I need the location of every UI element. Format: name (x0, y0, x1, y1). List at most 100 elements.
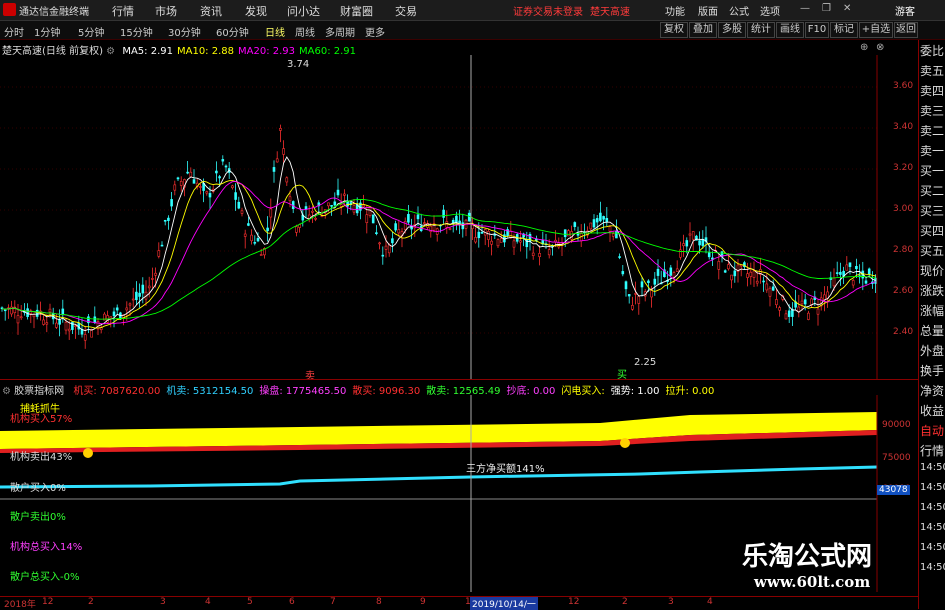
collapse-icon[interactable]: ⊗ (876, 42, 884, 53)
side-panel-item[interactable]: 买四 (920, 222, 945, 241)
side-panel-item[interactable]: 14:50 (920, 482, 945, 501)
menu-banmian[interactable]: 版面 (698, 3, 718, 18)
btn-fuquan[interactable]: 复权 (660, 22, 688, 38)
side-panel-item[interactable]: 卖五 (920, 62, 945, 81)
side-panel-item[interactable]: 14:50 (920, 502, 945, 521)
side-panel-item[interactable]: 卖二 (920, 122, 945, 141)
candle-body (218, 176, 221, 179)
candle-body (608, 226, 612, 232)
candle-body (141, 284, 145, 294)
btn-f10[interactable]: F10 (805, 22, 829, 38)
candle-body (371, 214, 375, 224)
period-1min[interactable]: 1分钟 (34, 24, 60, 39)
side-panel-item[interactable]: 卖三 (920, 102, 945, 121)
period-multi[interactable]: 多周期 (325, 24, 355, 39)
side-panel-item[interactable]: 涨幅 (920, 302, 945, 321)
side-panel-item[interactable]: 行情 (920, 442, 945, 461)
side-panel-item[interactable]: 买五 (920, 242, 945, 261)
x-axis-label: 9 (420, 597, 426, 607)
menu-xuanxiang[interactable]: 选项 (760, 3, 780, 18)
btn-zixuan[interactable]: +自选 (859, 22, 893, 38)
side-panel-item[interactable]: 买一 (920, 162, 945, 181)
candle-body (157, 250, 161, 257)
side-panel-item[interactable]: 收益 (920, 402, 945, 421)
side-panel-item[interactable]: 买二 (920, 182, 945, 201)
menu-faxian[interactable]: 发现 (245, 3, 267, 19)
side-panel-item[interactable]: 买三 (920, 202, 945, 221)
side-panel-item[interactable]: 委比 (920, 42, 945, 61)
smiley-icon (620, 438, 630, 448)
candle-body (595, 218, 599, 223)
side-panel-item[interactable]: 14:50 (920, 542, 945, 561)
menu-gongshi[interactable]: 公式 (729, 3, 749, 18)
btn-tongji[interactable]: 统计 (747, 22, 775, 38)
x-axis-label: 5 (247, 597, 253, 607)
side-panel-item[interactable]: 涨跌 (920, 282, 945, 301)
menu-gongneng[interactable]: 功能 (665, 3, 685, 18)
candle-body (282, 148, 285, 155)
expand-icon[interactable]: ⊕ (860, 42, 868, 53)
candle-body (448, 228, 452, 230)
btn-biaoji[interactable]: 标记 (830, 22, 858, 38)
candle-body (816, 308, 820, 315)
candle-body (730, 274, 733, 281)
retail-sell-label: 散户卖出0% (10, 512, 66, 523)
price-tick: 2.80 (893, 245, 914, 255)
candle-body (343, 193, 346, 196)
candle-body (55, 322, 58, 328)
menu-shichang[interactable]: 市场 (155, 3, 177, 19)
menu-hangqing[interactable]: 行情 (112, 3, 134, 19)
side-panel-item[interactable]: 换手 (920, 362, 945, 381)
period-5min[interactable]: 5分钟 (78, 24, 104, 39)
side-panel-item[interactable]: 净资 (920, 382, 945, 401)
side-panel-item[interactable]: 14:50 (920, 562, 945, 581)
candle-body (669, 267, 673, 276)
period-fenshi[interactable]: 分时 (4, 24, 24, 39)
minimize-icon[interactable]: — (800, 3, 810, 14)
btn-duogu[interactable]: 多股 (718, 22, 746, 38)
candle-body (67, 328, 71, 332)
period-60min[interactable]: 60分钟 (216, 24, 249, 39)
ind-tick-75000: 75000 (882, 453, 911, 463)
candle-body (154, 272, 157, 276)
user-label[interactable]: 游客 (895, 3, 915, 18)
menu-jiaoyi[interactable]: 交易 (395, 3, 417, 19)
close-icon[interactable]: ✕ (843, 3, 851, 14)
side-panel-item[interactable]: 现价 (920, 262, 945, 281)
candle-body (192, 179, 196, 184)
login-warning[interactable]: 证券交易未登录 (513, 3, 583, 18)
candle-body (35, 309, 39, 317)
candle-body (471, 224, 474, 230)
period-15min[interactable]: 15分钟 (120, 24, 153, 39)
candle-body (394, 223, 397, 231)
menu-wenxiaoda[interactable]: 问小达 (287, 3, 320, 19)
period-daily[interactable]: 日线 (265, 24, 285, 39)
candle-body (832, 277, 836, 287)
btn-diejia[interactable]: 叠加 (689, 22, 717, 38)
side-panel-item[interactable]: 自动 (920, 422, 945, 441)
period-30min[interactable]: 30分钟 (168, 24, 201, 39)
candle-body (381, 254, 385, 257)
candle-body (3, 309, 7, 312)
candle-body (864, 280, 868, 284)
candle-body (711, 257, 714, 260)
candle-body (384, 245, 388, 250)
side-panel-item[interactable]: 14:50 (920, 522, 945, 541)
btn-fanhui[interactable]: 返回 (894, 22, 918, 38)
menu-caifuquan[interactable]: 财富圈 (340, 3, 373, 19)
menu-zixun[interactable]: 资讯 (200, 3, 222, 19)
period-more[interactable]: 更多 (365, 24, 385, 39)
side-panel-item[interactable]: 卖一 (920, 142, 945, 161)
period-weekly[interactable]: 周线 (295, 24, 315, 39)
candle-body (135, 291, 138, 301)
btn-huaxian[interactable]: 画线 (776, 22, 804, 38)
side-panel-item[interactable]: 外盘 (920, 342, 945, 361)
restore-icon[interactable]: ❐ (822, 3, 831, 14)
candle-body (727, 264, 730, 270)
side-panel-item[interactable]: 14:50 (920, 462, 945, 481)
candle-body (189, 171, 193, 178)
kline-chart[interactable] (0, 55, 918, 380)
side-panel-item[interactable]: 卖四 (920, 82, 945, 101)
side-panel-item[interactable]: 总量 (920, 322, 945, 341)
candle-body (477, 231, 481, 239)
